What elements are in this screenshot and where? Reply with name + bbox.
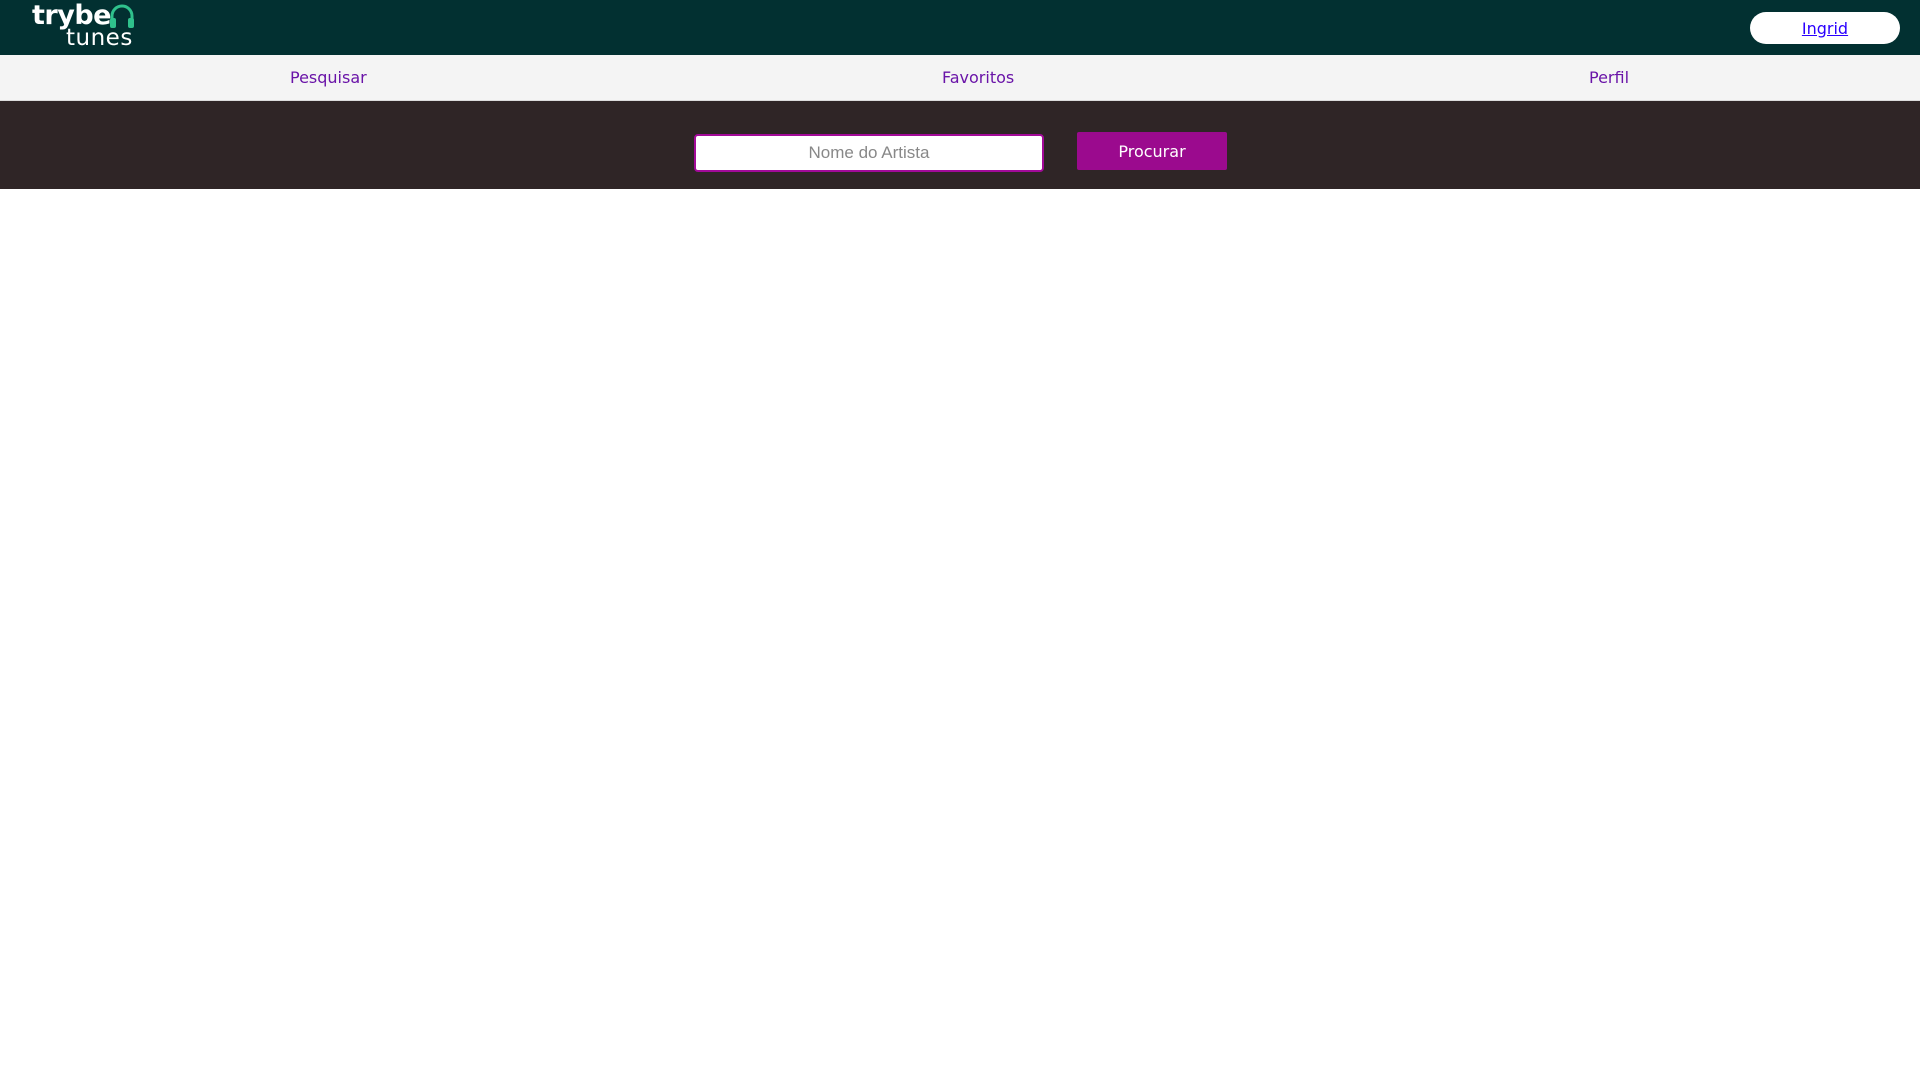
artist-search-input[interactable] [694, 134, 1044, 172]
app-header: trybe tunes Ingrid [0, 0, 1920, 55]
user-profile-pill[interactable]: Ingrid [1750, 12, 1900, 44]
search-button[interactable]: Procurar [1077, 132, 1227, 170]
main-navigation: Pesquisar Favoritos Perfil [0, 55, 1920, 101]
results-area [0, 189, 1920, 1080]
trybe-tunes-logo[interactable]: trybe tunes [32, 2, 144, 50]
nav-link-search[interactable]: Pesquisar [290, 55, 367, 100]
nav-link-profile[interactable]: Perfil [1589, 55, 1629, 100]
nav-link-favorites[interactable]: Favoritos [942, 55, 1014, 100]
logo-text-tunes: tunes [66, 25, 133, 51]
user-name-link[interactable]: Ingrid [1802, 19, 1848, 38]
